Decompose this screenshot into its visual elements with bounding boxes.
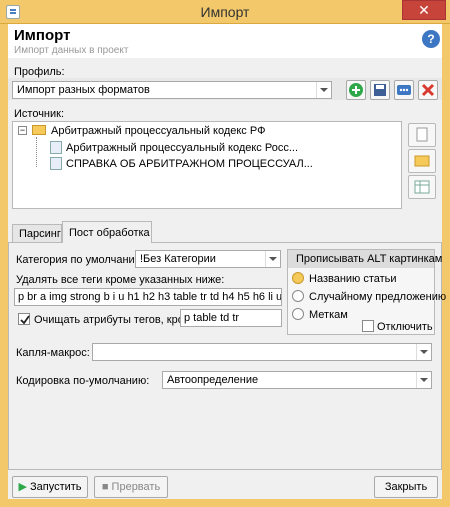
tab-label: Пост обработка bbox=[69, 227, 150, 239]
close-button[interactable]: Закрыть bbox=[374, 476, 438, 498]
chevron-down-icon bbox=[316, 82, 331, 98]
save-profile-button[interactable] bbox=[370, 80, 390, 100]
document-icon bbox=[50, 157, 62, 170]
chevron-down-icon bbox=[265, 251, 280, 267]
clear-attributes-checkbox[interactable] bbox=[18, 313, 30, 325]
chevron-down-icon bbox=[416, 372, 431, 388]
stop-label: Прервать bbox=[111, 481, 161, 493]
delete-profile-button[interactable] bbox=[418, 80, 438, 100]
alt-option-title: Названию статьи bbox=[309, 273, 397, 285]
tree-root-label[interactable]: Арбитражный процессуальный кодекс РФ bbox=[51, 125, 265, 137]
alt-group-title: Прописывать ALT картинкам bbox=[296, 253, 443, 265]
add-profile-button[interactable] bbox=[346, 80, 366, 100]
profile-options-button[interactable] bbox=[394, 80, 414, 100]
alt-option-random: Случайному предложению bbox=[309, 291, 447, 303]
open-folder-button[interactable] bbox=[408, 149, 436, 173]
run-button[interactable]: ▶ Запустить bbox=[12, 476, 88, 498]
collapse-icon[interactable]: − bbox=[18, 126, 27, 135]
chevron-down-icon bbox=[416, 344, 431, 360]
macro-label: Капля-макрос: bbox=[16, 347, 90, 359]
close-label: Закрыть bbox=[384, 481, 428, 493]
window-title: Импорт bbox=[200, 4, 250, 20]
disable-alt-checkbox[interactable] bbox=[362, 320, 374, 332]
play-icon: ▶ bbox=[18, 481, 27, 493]
tree-child-1[interactable]: Арбитражный процессуальный кодекс Росс..… bbox=[66, 142, 298, 154]
stop-icon: ■ bbox=[101, 481, 109, 493]
profile-value: Импорт разных форматов bbox=[17, 84, 150, 96]
new-source-button[interactable] bbox=[408, 123, 436, 147]
disable-alt-label: Отключить bbox=[377, 321, 433, 333]
table-icon bbox=[414, 180, 430, 194]
new-file-icon bbox=[416, 127, 428, 142]
remove-tags-label: Удалять все теги кроме указанных ниже: bbox=[16, 274, 225, 286]
dialog-subtitle: Импорт данных в проект bbox=[14, 45, 129, 56]
tab-label: Парсинг bbox=[19, 228, 61, 240]
tab-parsing[interactable]: Парсинг bbox=[12, 224, 62, 242]
tree-child-2[interactable]: СПРАВКА ОБ АРБИТРАЖНОМ ПРОЦЕССУАЛ... bbox=[66, 158, 313, 170]
table-source-button[interactable] bbox=[408, 175, 436, 199]
stop-button[interactable]: ■ Прервать bbox=[94, 476, 168, 498]
encoding-select[interactable]: Автоопределение bbox=[162, 371, 432, 389]
tree-line bbox=[36, 137, 37, 167]
allowed-tags-input[interactable]: p br a img strong b i u h1 h2 h3 table t… bbox=[14, 288, 282, 306]
delete-icon bbox=[421, 83, 435, 97]
source-label: Источник: bbox=[14, 108, 65, 120]
plus-icon bbox=[349, 83, 363, 97]
encoding-label: Кодировка по-умолчанию: bbox=[16, 375, 150, 387]
document-icon bbox=[50, 141, 62, 154]
encoding-value: Автоопределение bbox=[167, 374, 259, 386]
macro-select[interactable] bbox=[92, 343, 432, 361]
profile-select[interactable]: Импорт разных форматов bbox=[12, 81, 332, 99]
run-label: Запустить bbox=[29, 481, 82, 493]
help-icon[interactable]: ? bbox=[422, 30, 440, 48]
folder-icon bbox=[32, 125, 46, 135]
more-icon bbox=[397, 85, 411, 95]
checkmark-icon bbox=[20, 315, 30, 325]
alt-radio-title[interactable] bbox=[292, 272, 304, 284]
dialog-title: Импорт bbox=[14, 27, 71, 44]
save-icon bbox=[374, 84, 386, 96]
tab-post-processing[interactable]: Пост обработка bbox=[62, 221, 152, 243]
category-value: !Без Категории bbox=[140, 253, 216, 265]
clear-attributes-label: Очищать атрибуты тегов, кроме bbox=[34, 314, 198, 326]
profile-label: Профиль: bbox=[14, 66, 65, 78]
window-close-button[interactable]: ✕ bbox=[402, 0, 446, 20]
alt-radio-random[interactable] bbox=[292, 290, 304, 302]
alt-option-tags: Меткам bbox=[309, 309, 348, 321]
category-select[interactable]: !Без Категории bbox=[135, 250, 281, 268]
category-label: Категория по умолчанию: bbox=[16, 254, 146, 266]
alt-radio-tags[interactable] bbox=[292, 308, 304, 320]
folder-open-icon bbox=[414, 155, 430, 167]
attributes-exceptions-input[interactable]: p table td tr bbox=[180, 309, 282, 327]
